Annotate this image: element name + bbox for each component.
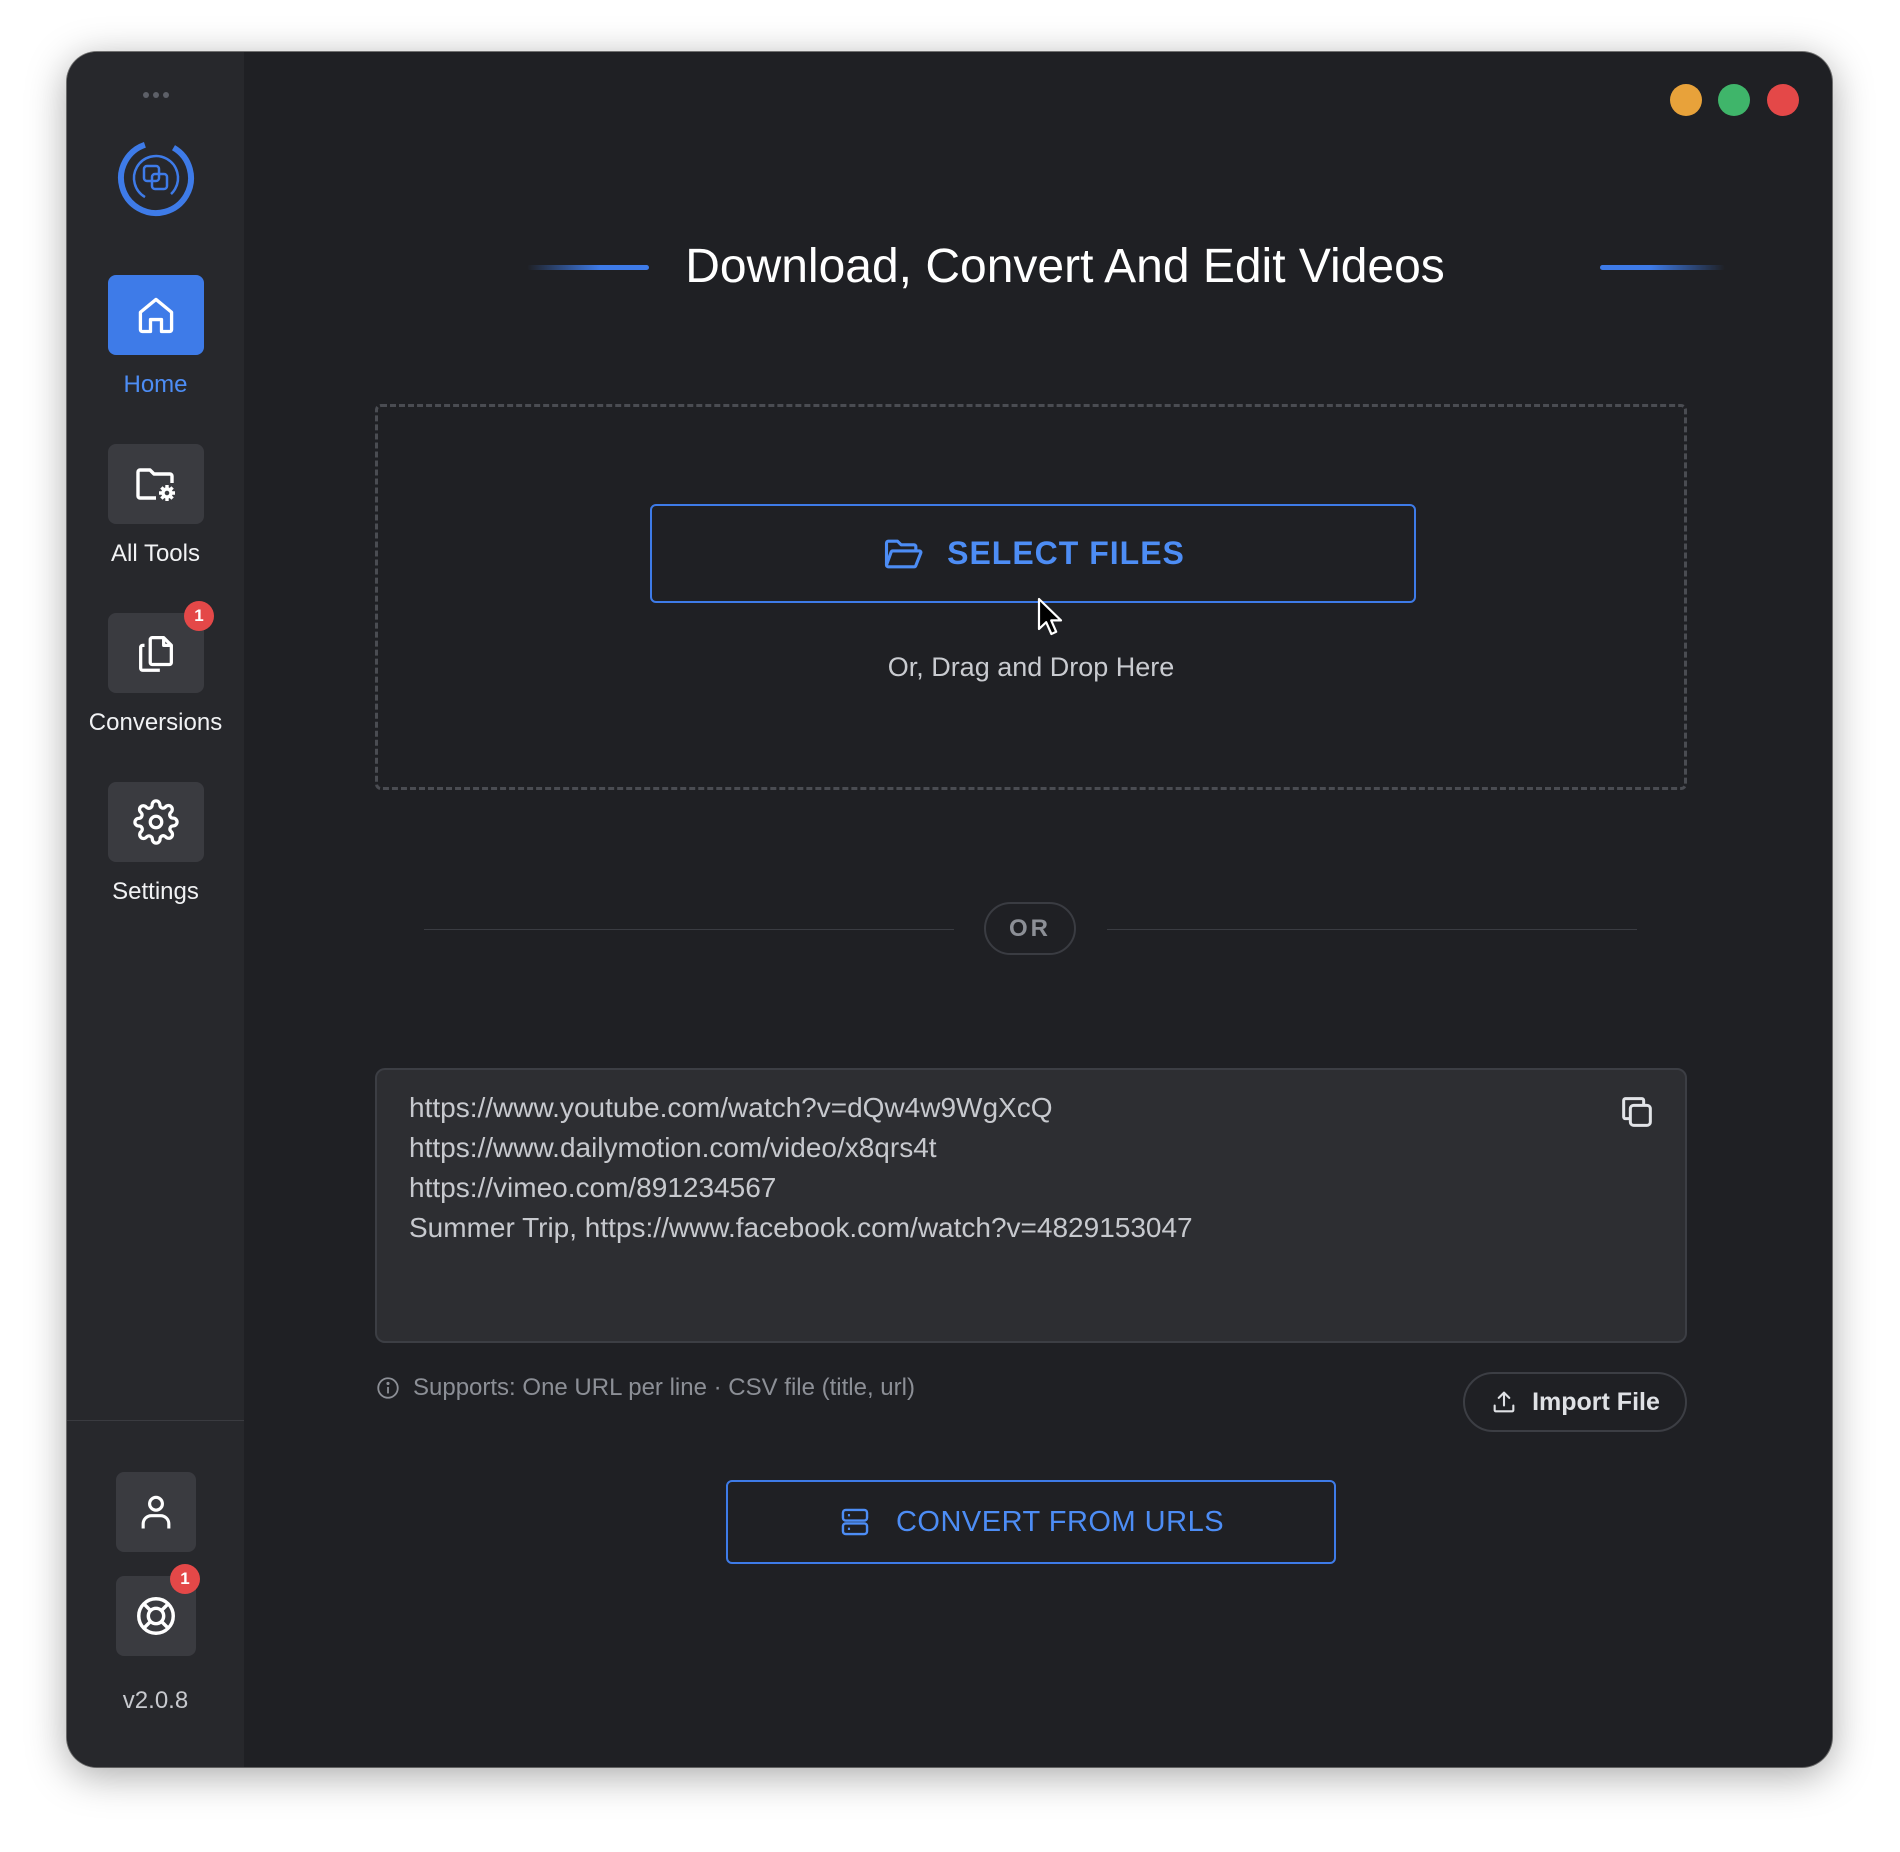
url-line: https://www.youtube.com/watch?v=dQw4w9Wg… (409, 1092, 1053, 1123)
url-input[interactable]: https://www.youtube.com/watch?v=dQw4w9Wg… (375, 1068, 1687, 1343)
folder-open-icon (885, 539, 923, 568)
mouse-cursor-icon (1037, 597, 1063, 636)
page-title: Download, Convert And Edit Videos (685, 240, 1445, 293)
gear-icon (133, 799, 179, 845)
minimize-window-button[interactable] (1670, 84, 1702, 116)
home-icon (138, 297, 174, 334)
sidebar-all-tools-button[interactable] (108, 444, 204, 524)
paste-icon[interactable] (1617, 1092, 1657, 1132)
copy-files-icon (139, 636, 173, 672)
upload-icon (1493, 1391, 1515, 1413)
folder-gear-icon (136, 468, 175, 501)
app-logo-icon (118, 140, 194, 216)
file-dropzone[interactable]: SELECT FILES Or, Drag and Drop Here (375, 404, 1687, 790)
sidebar-divider (67, 1420, 244, 1421)
conversions-badge: 1 (184, 601, 214, 631)
supported-formats-text: Supports: One URL per line · CSV file (t… (413, 1374, 915, 1401)
url-line: https://vimeo.com/891234567 (409, 1172, 777, 1203)
sidebar-item-label: Conversions (88, 709, 223, 736)
convert-from-urls-button[interactable]: CONVERT FROM URLS (726, 1480, 1336, 1564)
server-icon (841, 1508, 869, 1536)
close-window-button[interactable] (1767, 84, 1799, 116)
import-file-button[interactable]: Import File (1463, 1372, 1687, 1432)
app-window: Home All Tools 1 Conversions Settings 1 … (67, 52, 1832, 1767)
select-files-button[interactable]: SELECT FILES (650, 504, 1416, 603)
drag-drop-hint: Or, Drag and Drop Here (887, 652, 1175, 682)
or-divider-label: OR (984, 902, 1076, 955)
or-divider-right (1107, 929, 1637, 930)
sidebar-item-label: All Tools (111, 540, 200, 567)
sidebar-item-label: Home (123, 371, 188, 398)
account-button[interactable] (116, 1472, 196, 1552)
sidebar-settings-button[interactable] (108, 782, 204, 862)
url-line: Summer Trip, https://www.facebook.com/wa… (409, 1212, 1193, 1243)
lifebuoy-icon (137, 1597, 175, 1635)
zoom-window-button[interactable] (1718, 84, 1750, 116)
page-header: Download, Convert And Edit Videos (515, 232, 1725, 302)
help-badge: 1 (170, 1564, 200, 1594)
convert-from-urls-label: CONVERT FROM URLS (895, 1505, 1225, 1538)
app-version: v2.0.8 (122, 1687, 189, 1714)
title-decoration-right (1600, 265, 1725, 270)
url-line: https://www.dailymotion.com/video/x8qrs4… (409, 1132, 937, 1163)
sidebar-item-label: Settings (112, 878, 199, 905)
info-icon (377, 1377, 399, 1399)
select-files-label: SELECT FILES (947, 535, 1185, 571)
supported-formats-hint: Supports: One URL per line · CSV file (t… (375, 1374, 915, 1402)
sidebar-home-button[interactable] (108, 275, 204, 355)
sidebar: Home All Tools 1 Conversions Settings 1 … (67, 52, 244, 1767)
or-divider-left (424, 929, 954, 930)
user-icon (141, 1495, 171, 1529)
drag-handle-icon[interactable] (143, 92, 169, 98)
import-file-label: Import File (1532, 1387, 1660, 1416)
